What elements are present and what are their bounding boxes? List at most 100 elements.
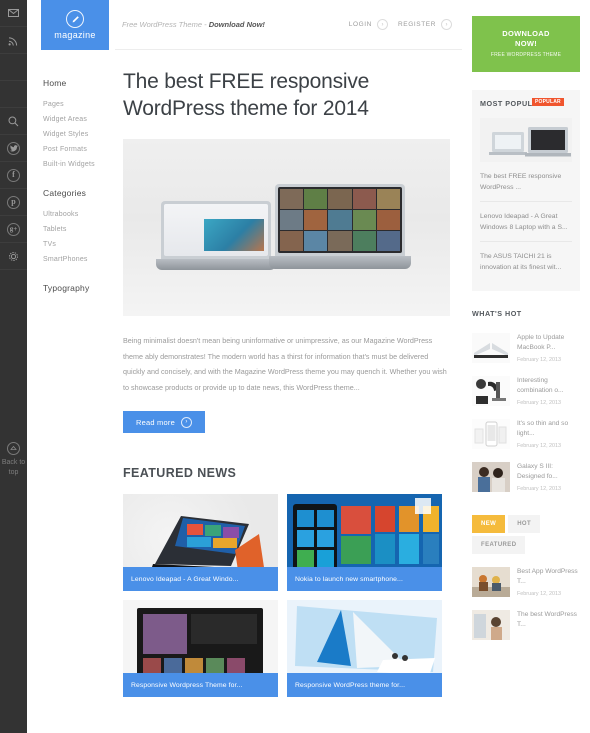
sidebar-item-tablets[interactable]: Tablets [43, 222, 115, 237]
promo-download-link[interactable]: Download Now! [209, 20, 265, 29]
tab-item-title: The best WordPress T... [517, 611, 577, 628]
laptop-left-graphic [156, 201, 276, 270]
hot-item-thumbnail [472, 462, 510, 492]
hot-item-text: Apple to Update MacBook P... February 12… [517, 333, 580, 363]
section-title-featured-news: FEATURED NEWS [123, 466, 237, 480]
arrow-up-icon[interactable] [7, 442, 20, 455]
sidebar-item-smartphones[interactable]: SmartPhones [43, 252, 115, 267]
auth-links: LOGIN › REGISTER › [349, 19, 462, 30]
hot-item-title: Galaxy S III: Designed fo... [517, 463, 558, 480]
tab-item-text: The best WordPress T... [517, 610, 580, 640]
mail-icon[interactable] [0, 0, 27, 27]
download-now-banner[interactable]: DOWNLOAD NOW! FREE WORDPRESS THEME [472, 16, 580, 72]
news-card-caption: Responsive Wordpress Theme for... [123, 673, 278, 697]
sidebar-item-tvs[interactable]: TVs [43, 237, 115, 252]
most-popular-thumbnail[interactable] [480, 118, 572, 162]
hot-list-item[interactable]: It's so thin and so light... February 12… [472, 413, 580, 456]
back-to-top-control[interactable]: Back to top [0, 442, 27, 733]
tab-panel: Best App WordPress T... February 12, 201… [472, 561, 580, 647]
sidebar-item-pages[interactable]: Pages [43, 97, 115, 112]
main-content: Free WordPress Theme - Download Now! LOG… [115, 0, 472, 733]
hot-item-thumbnail [472, 376, 510, 406]
most-popular-item[interactable]: Lenovo Ideapad - A Great Windows 8 Lapto… [480, 202, 572, 242]
login-link[interactable]: LOGIN › [349, 19, 388, 30]
tab-hot[interactable]: HOT [508, 515, 541, 533]
tab-list-item[interactable]: Best App WordPress T... February 12, 201… [472, 561, 580, 604]
hot-list-item[interactable]: Apple to Update MacBook P... February 12… [472, 327, 580, 370]
sidebar-item-built-in-widgets[interactable]: Built-in Widgets [43, 157, 115, 172]
laptop-right-graphic [269, 184, 411, 269]
hot-item-text: It's so thin and so light... February 12… [517, 419, 580, 449]
rail-divider-2 [0, 81, 27, 108]
most-popular-item[interactable]: The best FREE responsive WordPress ... [480, 162, 572, 202]
twitter-icon[interactable] [0, 135, 27, 162]
site-logo[interactable]: magazine [41, 0, 109, 50]
sidebar-item-home[interactable]: Home [43, 78, 115, 88]
hero-image[interactable] [123, 139, 450, 316]
read-more-button[interactable]: Read more › [123, 411, 205, 433]
hot-item-text: Interesting combination o... February 12… [517, 376, 580, 406]
download-line-1: DOWNLOAD [502, 28, 550, 38]
hot-item-title: Interesting combination o... [517, 377, 564, 394]
hot-item-thumbnail [472, 419, 510, 449]
sidebar-item-widget-styles[interactable]: Widget Styles [43, 127, 115, 142]
register-link[interactable]: REGISTER › [398, 19, 452, 30]
sidebar-nav: Home Pages Widget Areas Widget Styles Po… [27, 78, 115, 293]
register-label: REGISTER [397, 21, 436, 28]
sidebar-item-typography[interactable]: Typography [43, 283, 115, 293]
hot-item-text: Galaxy S III: Designed fo... February 12… [517, 462, 580, 492]
gear-icon[interactable] [0, 243, 27, 270]
sidebar-item-widget-areas[interactable]: Widget Areas [43, 112, 115, 127]
tab-item-text: Best App WordPress T... February 12, 201… [517, 567, 580, 597]
news-card[interactable]: Lenovo Ideapad - A Great Windo... [123, 494, 278, 591]
page-title: The best FREE responsive WordPress theme… [123, 70, 370, 120]
tab-list-item[interactable]: The best WordPress T... [472, 604, 580, 647]
page-root: f p g+ Back to top magazine Home Pages W… [0, 0, 590, 733]
top-bar: Free WordPress Theme - Download Now! LOG… [115, 0, 462, 50]
hot-item-date: February 12, 2013 [517, 400, 562, 406]
sidebar-heading-categories[interactable]: Categories [43, 188, 115, 198]
featured-article: The best FREE responsive WordPress theme… [115, 50, 462, 433]
rss-icon[interactable] [0, 27, 27, 54]
right-sidebar: DOWNLOAD NOW! FREE WORDPRESS THEME MOST … [472, 0, 590, 733]
hot-item-thumbnail [472, 333, 510, 363]
promo-prefix: Free WordPress Theme - [122, 20, 209, 29]
hot-item-title: It's so thin and so light... [517, 420, 569, 437]
download-line-3: FREE WORDPRESS THEME [490, 51, 562, 58]
sidebar-tabs: NEW HOT FEATURED [472, 515, 580, 557]
hot-item-date: February 12, 2013 [517, 443, 562, 449]
news-card[interactable]: Nokia to launch new smartphone... [287, 494, 442, 591]
hot-list-item[interactable]: Galaxy S III: Designed fo... February 12… [472, 456, 580, 499]
featured-news-grid: Lenovo Ideapad - A Great Windo... Nokia … [123, 494, 462, 697]
article-body: Being minimalist doesn't mean being unin… [123, 336, 447, 392]
promo-text: Free WordPress Theme - Download Now! [122, 20, 265, 29]
hot-list-item[interactable]: Interesting combination o... February 12… [472, 370, 580, 413]
pinterest-icon[interactable]: p [0, 189, 27, 216]
news-card-caption: Lenovo Ideapad - A Great Windo... [123, 567, 278, 591]
left-navigation-column: magazine Home Pages Widget Areas Widget … [27, 0, 115, 733]
download-line-2: NOW! [514, 38, 538, 48]
nav-spacer-2 [43, 267, 115, 283]
tab-new[interactable]: NEW [472, 515, 506, 533]
news-card[interactable]: Responsive WordPress theme for... [287, 600, 442, 697]
sidebar-item-ultrabooks[interactable]: Ultrabooks [43, 207, 115, 222]
social-rail: f p g+ Back to top [0, 0, 27, 733]
most-popular-item[interactable]: The ASUS TAICHI 21 is innovation at its … [480, 242, 572, 281]
sidebar-item-post-formats[interactable]: Post Formats [43, 142, 115, 157]
hot-item-title: Apple to Update MacBook P... [517, 334, 565, 351]
news-card-caption: Nokia to launch new smartphone... [287, 567, 442, 591]
pencil-icon [66, 10, 84, 28]
facebook-icon[interactable]: f [0, 162, 27, 189]
whats-hot-heading: WHAT'S HOT [472, 309, 522, 318]
rail-divider [0, 54, 27, 81]
googleplus-icon[interactable]: g+ [0, 216, 27, 243]
search-icon[interactable] [0, 108, 27, 135]
tab-item-thumbnail [472, 567, 510, 597]
tab-featured[interactable]: FEATURED [472, 536, 526, 554]
nav-spacer-1 [43, 172, 115, 188]
most-popular-heading: MOST POPULAR POPULAR [480, 98, 572, 108]
news-card[interactable]: Responsive Wordpress Theme for... [123, 600, 278, 697]
chevron-right-icon-register: › [441, 19, 452, 30]
logo-text: magazine [54, 30, 96, 40]
read-more-label: Read more [136, 417, 175, 427]
